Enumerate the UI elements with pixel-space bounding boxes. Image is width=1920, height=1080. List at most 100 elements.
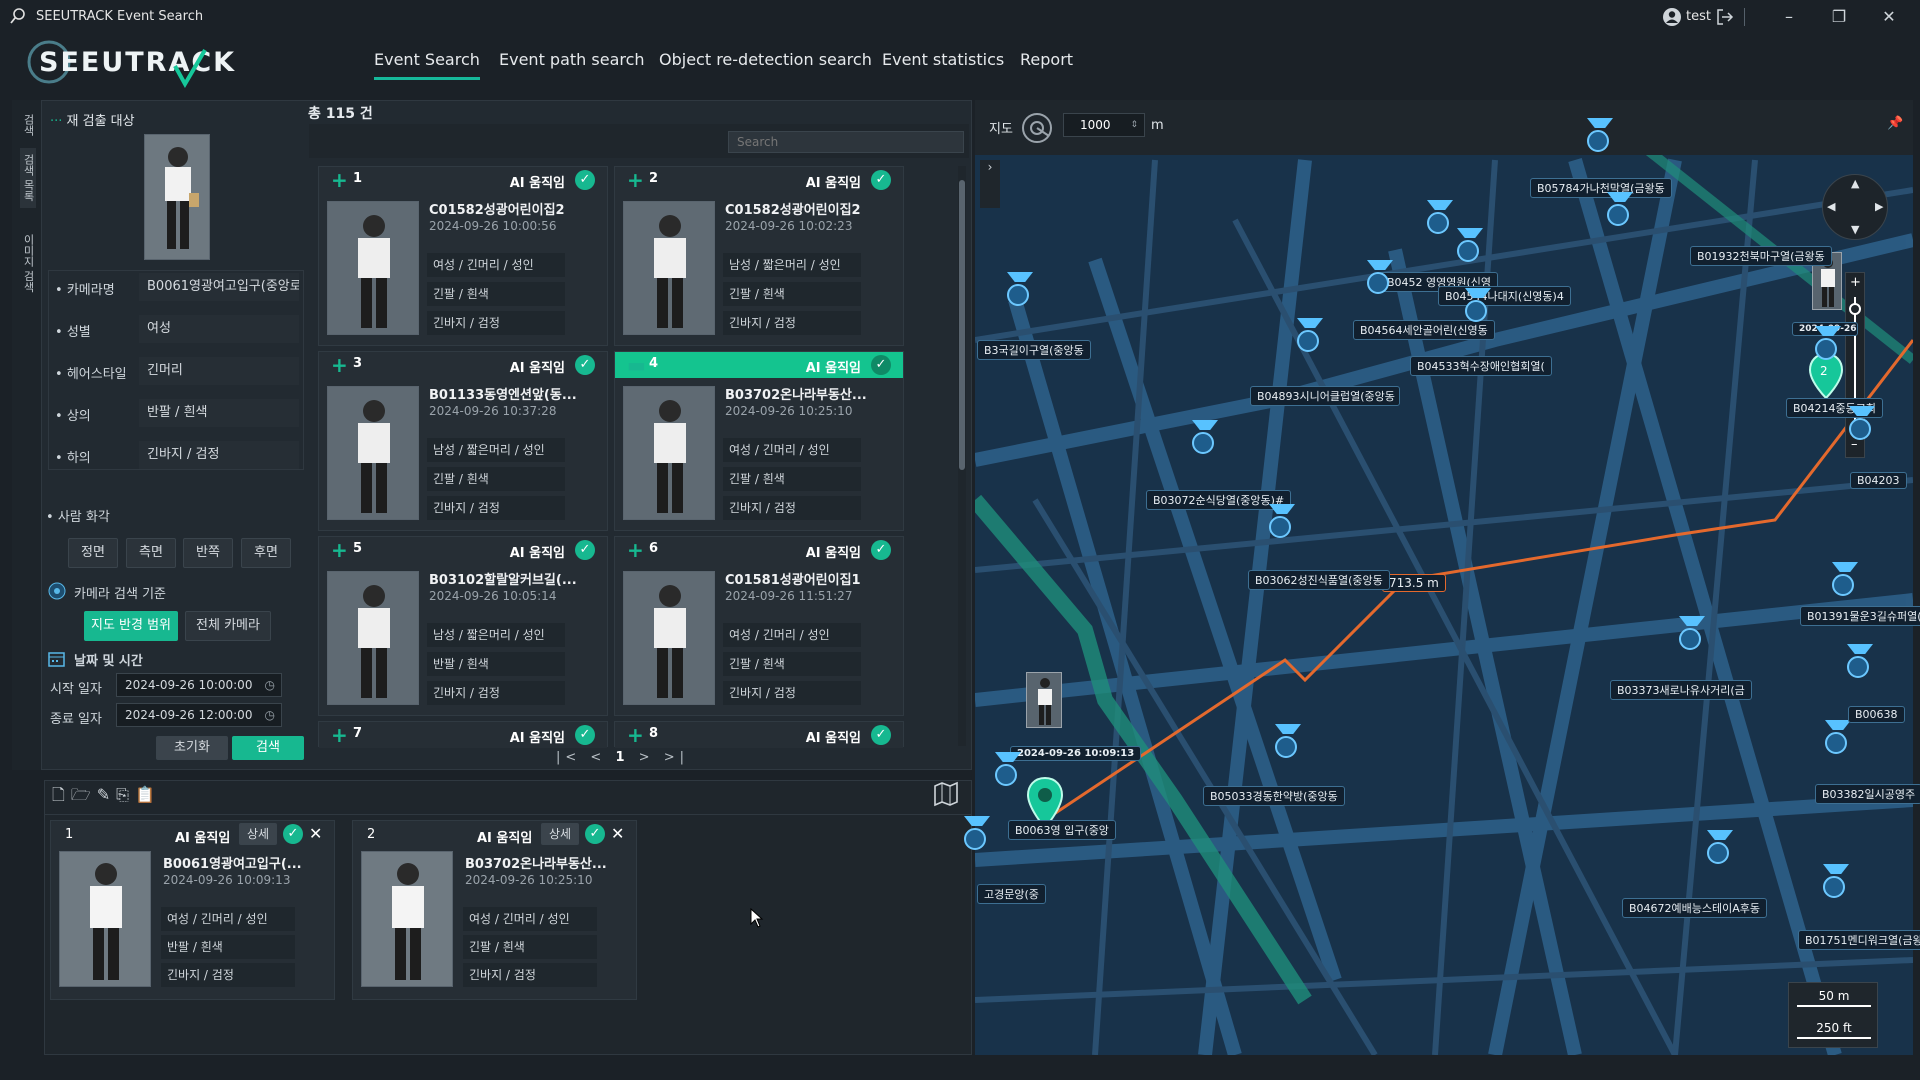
camera-pin-icon[interactable] <box>1457 240 1479 262</box>
results-search-input[interactable] <box>728 131 964 153</box>
card-header[interactable]: +5 AI 움직임 ✓ <box>319 537 607 563</box>
pan-right-icon[interactable]: ▶ <box>1875 200 1883 213</box>
calendar-picker-icon[interactable]: ◷ <box>265 704 275 726</box>
last-page-button[interactable]: >| <box>664 750 689 765</box>
result-card[interactable]: +3 AI 움직임 ✓ B01133동영엔션앞(동... 2024-09-26 10:3… <box>318 351 608 531</box>
pose-front-button[interactable]: 정면 <box>68 538 118 568</box>
card-header[interactable]: +6 AI 움직임 ✓ <box>615 537 903 563</box>
map-radius-button[interactable]: 지도 반경 범위 <box>84 611 178 641</box>
logout-icon[interactable] <box>1716 8 1734 26</box>
camera-label[interactable]: B0063영 입구(중앙 <box>1008 820 1116 840</box>
radius-icon[interactable] <box>1019 110 1055 146</box>
camera-label[interactable]: B03373새로나유사거리(금 <box>1610 680 1752 700</box>
remove-icon[interactable]: ✕ <box>611 824 624 843</box>
camera-pin-icon[interactable] <box>964 828 986 850</box>
result-card[interactable]: +7 AI 움직임 ✓ <box>318 721 608 748</box>
first-page-button[interactable]: |< <box>556 750 581 765</box>
add-icon[interactable]: + <box>627 538 644 562</box>
card-header[interactable]: +1 AI 움직임 ✓ <box>319 167 607 193</box>
add-icon[interactable]: + <box>331 168 348 192</box>
card-header[interactable]: +7 AI 움직임 ✓ <box>319 722 607 748</box>
add-icon[interactable]: + <box>331 538 348 562</box>
camera-label[interactable]: B05033경동한약방(중앙동 <box>1203 786 1345 806</box>
new-file-icon[interactable]: 🗋 <box>52 785 71 804</box>
zoom-in-icon[interactable]: + <box>1850 275 1861 290</box>
reset-button[interactable]: 초기화 <box>156 736 228 760</box>
minimize-icon[interactable]: – <box>1778 6 1800 28</box>
camera-pin-icon[interactable] <box>1297 330 1319 352</box>
add-icon[interactable]: + <box>331 353 348 377</box>
edit-icon[interactable]: ✎ <box>97 785 116 804</box>
check-icon[interactable]: ✓ <box>871 355 891 375</box>
camera-pin-icon[interactable] <box>1367 272 1389 294</box>
camera-label[interactable]: B04544나대지(신영동)4 <box>1438 286 1571 306</box>
camera-label[interactable]: B03062성진식품열(중앙동 <box>1248 570 1390 590</box>
map-route-icon[interactable] <box>932 780 960 808</box>
selected-thumbnail[interactable] <box>361 851 453 987</box>
tab-event-statistics[interactable]: Event statistics <box>882 50 1004 69</box>
results-scrollbar[interactable] <box>958 166 966 746</box>
detail-button[interactable]: 상세 <box>239 823 277 845</box>
result-thumbnail[interactable] <box>327 201 419 335</box>
card-header[interactable]: +2 AI 움직임 ✓ <box>615 167 903 193</box>
pose-back-button[interactable]: 후면 <box>241 538 291 568</box>
start-person-thumb[interactable] <box>1026 672 1062 728</box>
scrollbar-thumb[interactable] <box>959 180 965 470</box>
radius-input[interactable]: 1000 ⇕ <box>1063 113 1145 137</box>
pin-icon[interactable]: 📌 <box>1887 116 1903 131</box>
remove-icon[interactable]: ✕ <box>309 824 322 843</box>
pose-half-button[interactable]: 반쪽 <box>183 538 233 568</box>
camera-pin-icon[interactable] <box>1679 628 1701 650</box>
result-thumbnail[interactable] <box>623 386 715 520</box>
stepper-icon[interactable]: ⇕ <box>1130 114 1138 136</box>
side-tab-search[interactable]: 검색 <box>20 108 36 142</box>
camera-pin-icon[interactable] <box>1465 300 1487 322</box>
result-card[interactable]: +1 AI 움직임 ✓ C01582성광어린이집2 2024-09-26 10:00:5… <box>318 166 608 346</box>
camera-pin-icon[interactable] <box>1707 842 1729 864</box>
camera-pin-icon[interactable] <box>1007 284 1029 306</box>
camera-label[interactable]: B04564세안골어린(신영동 <box>1353 320 1495 340</box>
pose-side-button[interactable]: 측면 <box>126 538 176 568</box>
camera-pin-icon[interactable] <box>1607 204 1629 226</box>
camera-pin-icon[interactable] <box>1847 656 1869 678</box>
check-icon[interactable]: ✓ <box>575 540 595 560</box>
card-header[interactable]: ▬ 4 AI 움직임 ✓ <box>615 352 903 378</box>
detail-button[interactable]: 상세 <box>541 823 579 845</box>
pan-down-icon[interactable]: ▼ <box>1851 223 1859 236</box>
map-side-toggle[interactable]: › <box>980 160 1000 208</box>
camera-pin-icon[interactable] <box>995 764 1017 786</box>
open-folder-icon[interactable]: 🗁 <box>71 785 97 804</box>
check-icon[interactable]: ✓ <box>585 824 605 844</box>
camera-label[interactable]: B05784가나천막열(금왕동 <box>1530 178 1672 198</box>
camera-pin-icon[interactable] <box>1815 338 1837 360</box>
close-icon[interactable]: ✕ <box>1878 6 1900 28</box>
zoom-handle[interactable] <box>1849 303 1861 315</box>
selected-card[interactable]: 1 AI 움직임 상세 ✓ ✕ B0061영광여고입구(... 2024-09-26 10:… <box>50 820 335 1000</box>
camera-pin-icon[interactable] <box>1275 736 1297 758</box>
prev-page-button[interactable]: < <box>590 750 606 765</box>
camera-pin-icon[interactable] <box>1269 516 1291 538</box>
map-pan-control[interactable]: ▲ ▼ ◀ ▶ <box>1822 174 1888 240</box>
camera-label[interactable]: B04203 <box>1850 472 1907 489</box>
card-header[interactable]: +3 AI 움직임 ✓ <box>319 352 607 378</box>
end-date-input[interactable]: 2024-09-26 12:00:00 ◷ <box>116 703 282 727</box>
check-icon[interactable]: ✓ <box>871 725 891 745</box>
clipboard-icon[interactable]: 📋 <box>135 785 161 804</box>
camera-pin-icon[interactable] <box>1587 130 1609 152</box>
chevron-right-icon[interactable]: › <box>988 160 993 174</box>
camera-pin-icon[interactable] <box>1192 432 1214 454</box>
camera-pin-icon[interactable] <box>1427 212 1449 234</box>
camera-label[interactable]: B03072순식당열(중앙동)# <box>1146 490 1292 510</box>
side-tab-search-list[interactable]: 검색 목록 <box>20 148 36 208</box>
check-icon[interactable]: ✓ <box>283 824 303 844</box>
result-card[interactable]: +6 AI 움직임 ✓ C01581성광어린이집1 2024-09-26 11:51:2… <box>614 536 904 716</box>
result-thumbnail[interactable] <box>327 386 419 520</box>
check-icon[interactable]: ✓ <box>575 170 595 190</box>
current-page[interactable]: 1 <box>615 750 629 765</box>
camera-label[interactable]: B04893시니어클럽열(중앙동 <box>1250 386 1400 406</box>
add-icon[interactable]: + <box>331 723 348 747</box>
check-icon[interactable]: ✓ <box>575 355 595 375</box>
tab-report[interactable]: Report <box>1020 50 1073 69</box>
camera-label[interactable]: B04672예배능스테이A후동 <box>1622 898 1768 918</box>
camera-pin-icon[interactable] <box>1823 876 1845 898</box>
